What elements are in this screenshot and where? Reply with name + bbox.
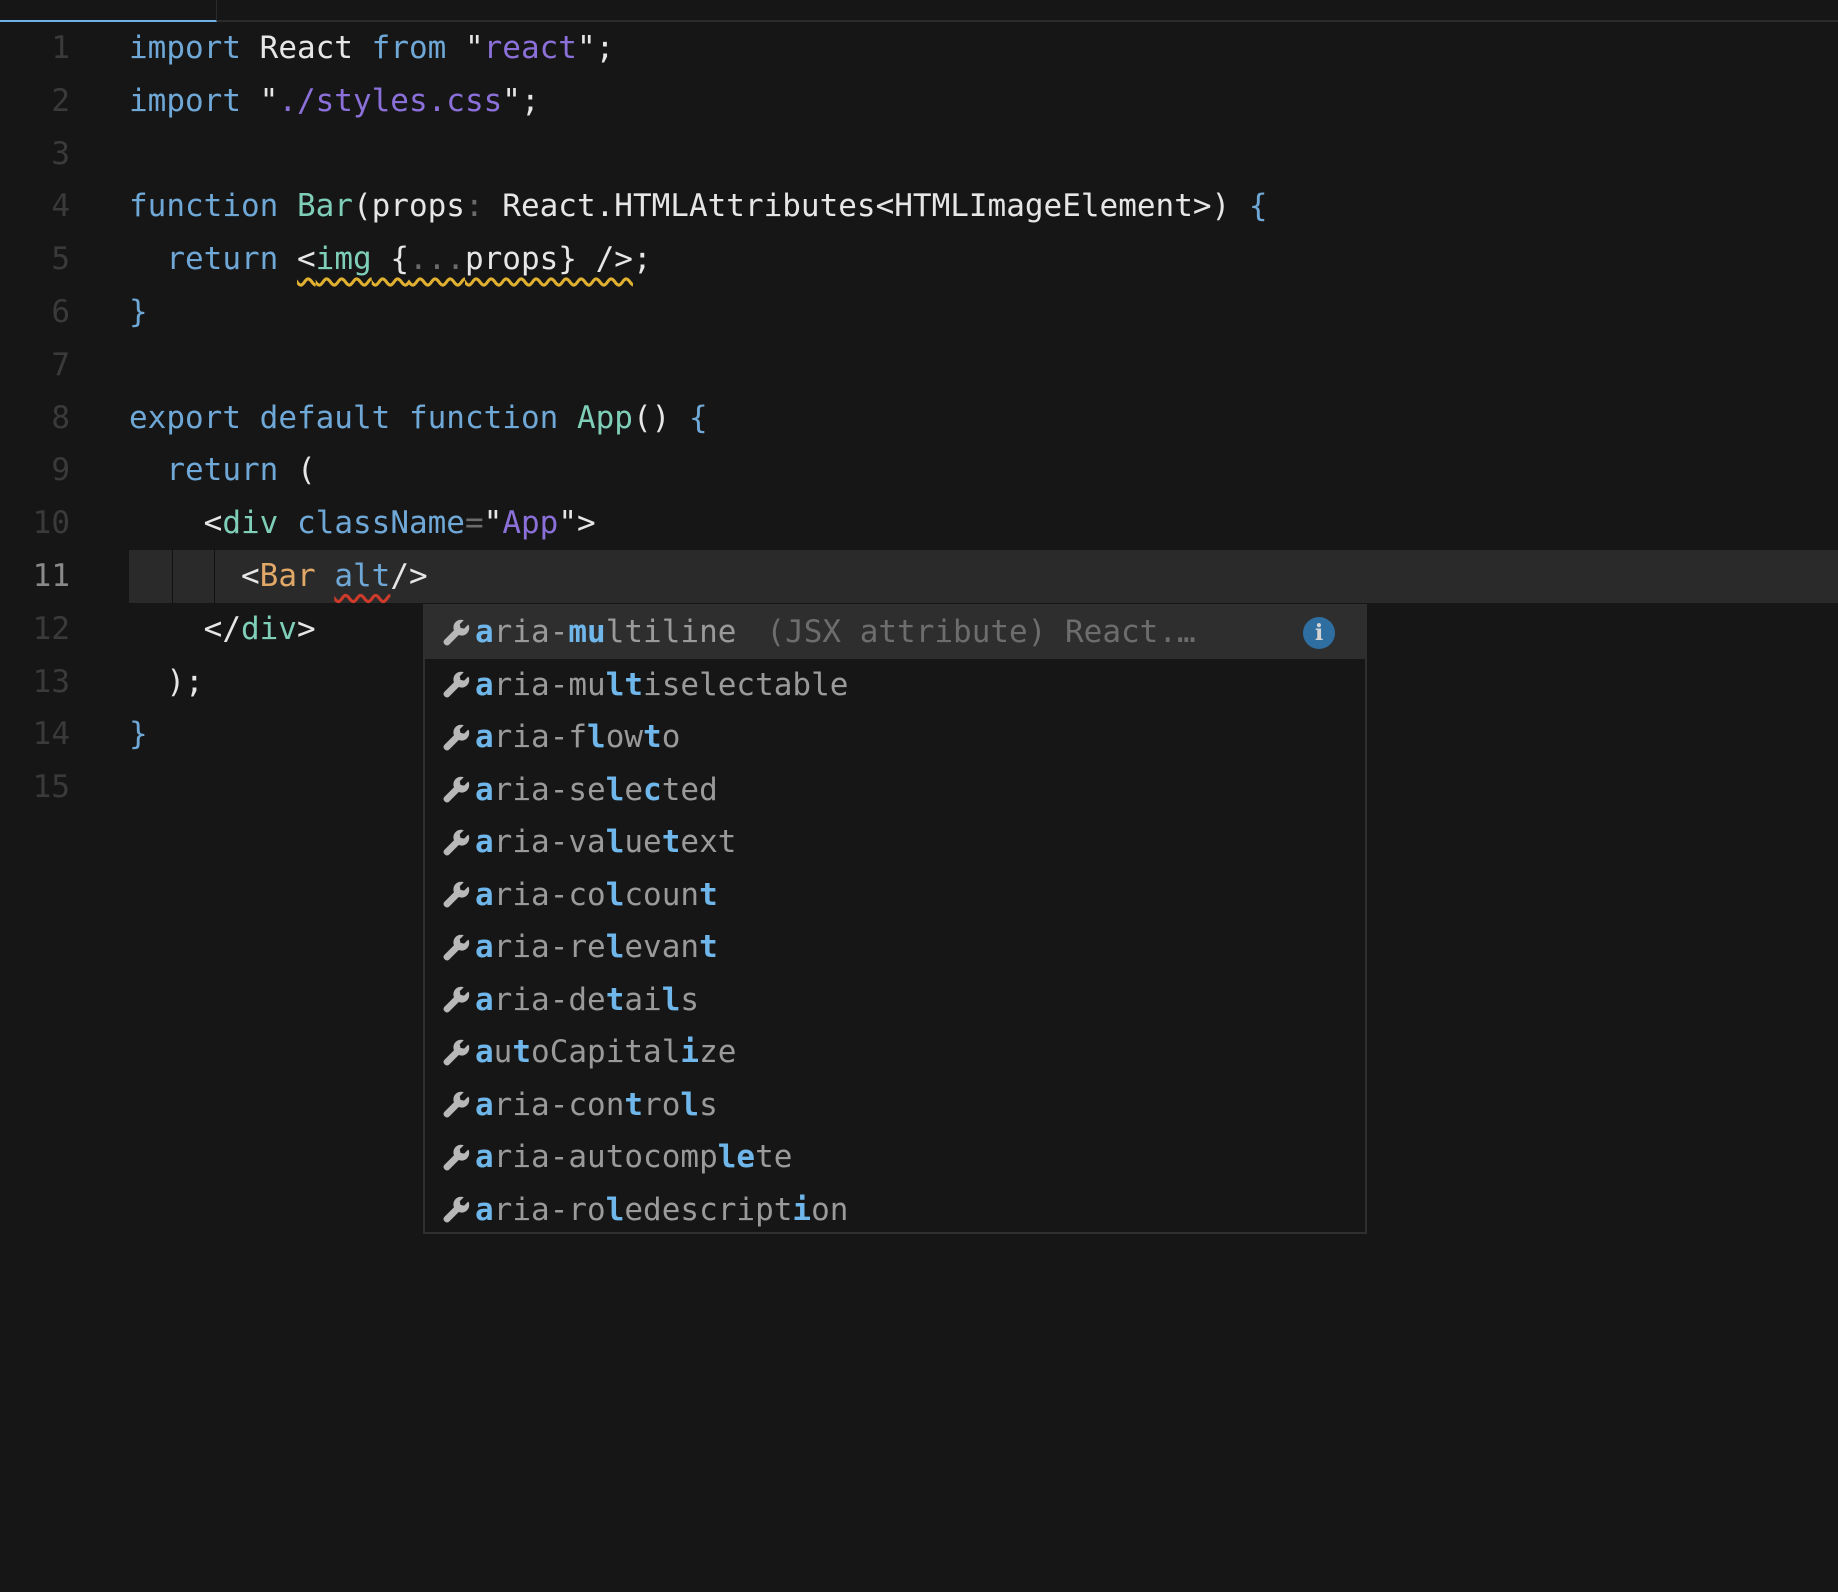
code-line[interactable]: 6} — [0, 286, 1838, 339]
suggestion-item[interactable]: aria-controls — [425, 1079, 1365, 1132]
line-content: export default function App() { — [129, 399, 708, 436]
code-line[interactable]: 7 — [0, 339, 1838, 392]
line-content: return <img {...props} />; — [166, 241, 652, 278]
error-squiggle: alt — [334, 558, 391, 594]
code-line[interactable]: 10 <div className="App"> — [0, 497, 1838, 550]
code-line[interactable]: 3 — [0, 128, 1838, 181]
wrench-icon — [437, 606, 475, 658]
suggestion-item[interactable]: aria-roledescription — [425, 1184, 1365, 1237]
line-number: 2 — [51, 82, 70, 119]
line-content: function Bar(props: React.HTMLAttributes… — [129, 188, 1268, 225]
suggestion-label: aria-valuetext — [475, 824, 737, 860]
line-content: </div> — [129, 610, 316, 647]
autocomplete-widget: aria-multiline (JSX attribute) React.… i ar… — [423, 604, 1367, 1234]
line-content: ); — [129, 663, 204, 700]
info-icon[interactable]: i — [1303, 617, 1335, 649]
code-line[interactable]: 9 return ( — [0, 444, 1838, 497]
suggestion-item[interactable]: aria-flowto — [425, 711, 1365, 764]
line-content: <Bar alt/> — [129, 558, 428, 594]
wrench-icon — [437, 764, 475, 816]
line-number: 14 — [32, 716, 70, 753]
suggestion-label: aria-colcount — [475, 876, 718, 913]
code-line[interactable]: 11 <Bar alt/> — [0, 550, 1838, 603]
suggestion-item[interactable]: aria-multiline (JSX attribute) React.… i — [425, 606, 1365, 659]
line-content: } — [129, 716, 148, 753]
line-number: 5 — [51, 241, 70, 278]
tab-bar — [0, 0, 1838, 22]
code-line[interactable]: 2 import "./styles.css"; — [0, 75, 1838, 128]
wrench-icon — [437, 1184, 475, 1236]
line-number: 13 — [32, 663, 70, 700]
wrench-icon — [437, 1131, 475, 1183]
suggestion-label: aria-multiline — [475, 614, 737, 650]
wrench-icon — [437, 921, 475, 973]
line-number: 12 — [32, 610, 70, 647]
suggestion-item[interactable]: aria-relevant — [425, 921, 1365, 974]
suggestion-label: aria-autocomplete — [475, 1139, 793, 1175]
suggestion-item[interactable]: aria-autocomplete — [425, 1131, 1365, 1184]
active-tab[interactable] — [0, 0, 217, 22]
line-content: } — [129, 294, 148, 330]
suggestion-item[interactable]: aria-selected — [425, 764, 1365, 817]
wrench-icon — [437, 1079, 475, 1131]
line-number: 7 — [51, 346, 70, 383]
code-line[interactable]: 1 import React from "react"; — [0, 22, 1838, 75]
line-number: 3 — [51, 135, 70, 172]
wrench-icon — [437, 1026, 475, 1078]
suggestion-item[interactable]: aria-details — [425, 974, 1365, 1027]
suggestion-item[interactable]: aria-multiselectable — [425, 659, 1365, 712]
suggestion-label: aria-relevant — [475, 929, 718, 965]
wrench-icon — [437, 869, 475, 921]
line-number: 4 — [51, 188, 70, 225]
suggestion-item[interactable]: autoCapitalize — [425, 1026, 1365, 1079]
line-number: 10 — [32, 505, 70, 542]
suggestion-label: aria-selected — [475, 771, 718, 808]
line-content: import "./styles.css"; — [129, 82, 540, 119]
wrench-icon — [437, 974, 475, 1026]
line-content: <div className="App"> — [129, 505, 596, 542]
suggestion-label: aria-controls — [475, 1086, 718, 1123]
code-line[interactable]: 5 return <img {...props} />; — [0, 233, 1838, 286]
wrench-icon — [437, 816, 475, 868]
code-line[interactable]: 8 export default function App() { — [0, 392, 1838, 445]
code-line[interactable]: 4 function Bar(props: React.HTMLAttribute… — [0, 180, 1838, 233]
line-number: 1 — [51, 30, 70, 66]
line-number: 9 — [51, 452, 70, 489]
suggestion-detail: (JSX attribute) React.… — [766, 614, 1196, 650]
line-number: 11 — [32, 558, 70, 594]
suggestion-label: aria-flowto — [475, 719, 681, 755]
line-number: 15 — [32, 769, 70, 806]
line-number: 8 — [51, 399, 70, 436]
suggestion-label: aria-roledescription — [475, 1191, 849, 1228]
suggestion-item[interactable]: aria-colcount — [425, 869, 1365, 922]
line-content: import React from "react"; — [129, 30, 615, 66]
line-number: 6 — [51, 294, 70, 330]
suggestion-label: aria-multiselectable — [475, 666, 849, 703]
line-content: return ( — [166, 452, 316, 489]
suggestion-item[interactable]: aria-valuetext — [425, 816, 1365, 869]
wrench-icon — [437, 711, 475, 763]
suggestion-label: autoCapitalize — [475, 1034, 737, 1070]
warning-squiggle: <img {...props} /> — [296, 241, 633, 278]
suggestion-label: aria-details — [475, 981, 700, 1018]
wrench-icon — [437, 659, 475, 711]
